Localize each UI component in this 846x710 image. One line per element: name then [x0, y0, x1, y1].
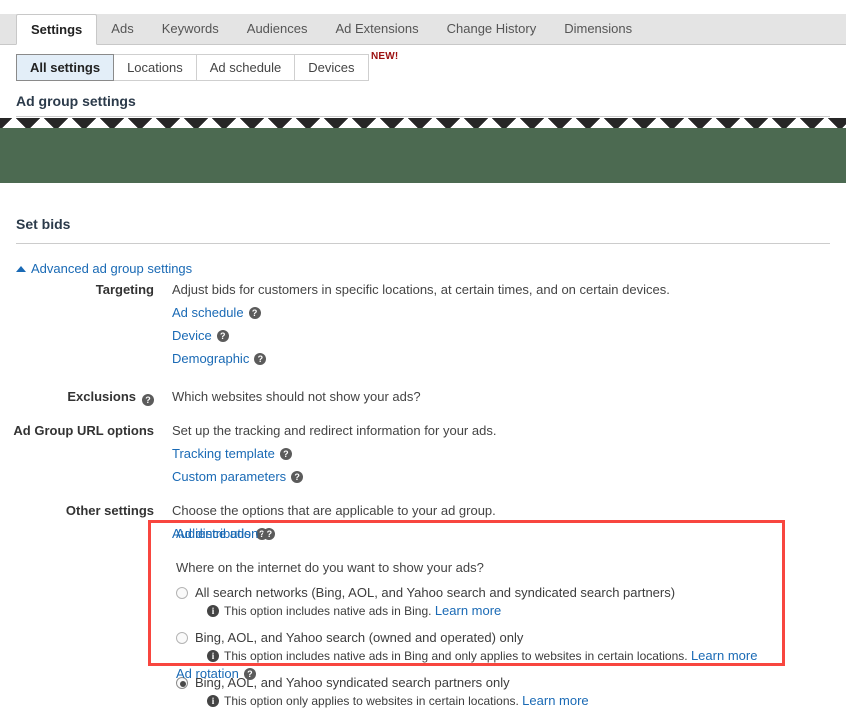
option-note-text-1: This option includes native ads in Bing. [224, 604, 432, 618]
tab-keywords[interactable]: Keywords [148, 14, 233, 44]
targeting-link-ad-schedule-row: Ad schedule? [172, 302, 846, 323]
link-learn-more-2[interactable]: Learn more [691, 647, 757, 664]
info-icon-option-2: i [207, 650, 219, 662]
ad-distribution-link-row: Ad distribution? [176, 523, 776, 544]
help-icon-demographic[interactable]: ? [254, 353, 267, 365]
tab-audiences[interactable]: Audiences [233, 14, 322, 44]
help-icon-ad-schedule[interactable]: ? [248, 307, 261, 319]
link-custom-parameters[interactable]: Custom parameters [172, 466, 286, 487]
link-tracking-template[interactable]: Tracking template [172, 443, 275, 464]
link-ad-rotation[interactable]: Ad rotation [176, 666, 239, 681]
caret-up-icon [16, 265, 26, 272]
subtab-ad-schedule[interactable]: Ad schedule [196, 54, 296, 81]
subtab-all-settings[interactable]: All settings [16, 54, 115, 81]
url-options-label: Ad Group URL options [13, 423, 154, 438]
exclusions-label: Exclusions? [0, 387, 162, 407]
link-learn-more-1[interactable]: Learn more [435, 602, 501, 619]
other-settings-description: Choose the options that are applicable t… [172, 503, 496, 518]
ad-distribution-block: Ad distribution? Where on the internet d… [176, 521, 776, 710]
url-options-link-custom-params-row: Custom parameters? [172, 466, 846, 487]
link-ad-schedule[interactable]: Ad schedule [172, 302, 244, 323]
tab-ad-extensions[interactable]: Ad Extensions [322, 14, 433, 44]
link-device[interactable]: Device [172, 325, 212, 346]
row-targeting: Targeting Adjust bids for customers in s… [0, 280, 846, 369]
tab-change-history[interactable]: Change History [433, 14, 551, 44]
divider-set-bids [16, 243, 830, 244]
url-options-description: Set up the tracking and redirect informa… [172, 423, 497, 438]
row-exclusions: Exclusions? Which websites should not sh… [0, 387, 846, 407]
option-note-syndicated-partners: i This option only applies to websites in… [195, 692, 776, 710]
option-label-owned-operated: Bing, AOL, and Yahoo search (owned and o… [195, 630, 524, 645]
redacted-content-band [0, 118, 846, 198]
row-url-options: Ad Group URL options Set up the tracking… [0, 421, 846, 487]
new-badge: NEW! [371, 51, 399, 62]
help-icon-device[interactable]: ? [216, 330, 229, 342]
option-note-text-2: This option includes native ads in Bing … [224, 649, 688, 663]
targeting-link-device-row: Device? [172, 325, 846, 346]
ad-distribution-option-owned-operated[interactable]: Bing, AOL, and Yahoo search (owned and o… [176, 629, 776, 665]
redaction-zigzag-bottom [0, 178, 846, 198]
radio-all-search-networks[interactable] [176, 587, 188, 599]
tab-settings[interactable]: Settings [16, 14, 98, 45]
subtab-devices[interactable]: Devices [295, 54, 369, 81]
targeting-description: Adjust bids for customers in specific lo… [172, 282, 670, 297]
option-note-text-3: This option only applies to websites in … [224, 694, 519, 708]
subtab-locations[interactable]: Locations [114, 54, 197, 81]
other-settings-label: Other settings [65, 503, 154, 518]
ad-distribution-option-all-search-networks[interactable]: All search networks (Bing, AOL, and Yaho… [176, 584, 776, 620]
info-icon-option-1: i [207, 605, 219, 617]
secondary-tab-bar: All settings Locations Ad schedule Devic… [16, 54, 369, 81]
url-options-link-tracking-row: Tracking template? [172, 443, 846, 464]
ad-group-settings-form: Targeting Adjust bids for customers in s… [0, 280, 846, 558]
help-icon-ad-rotation[interactable]: ? [243, 668, 256, 680]
primary-tab-bar: Settings Ads Keywords Audiences Ad Exten… [0, 14, 846, 45]
exclusions-label-text: Exclusions [67, 389, 136, 404]
divider-ad-group-settings [16, 116, 830, 117]
ad-distribution-option-syndicated-partners[interactable]: Bing, AOL, and Yahoo syndicated search p… [176, 674, 776, 710]
tab-ads[interactable]: Ads [97, 14, 147, 44]
link-demographic[interactable]: Demographic [172, 348, 249, 369]
targeting-link-demographic-row: Demographic? [172, 348, 846, 369]
advanced-ad-group-settings-label: Advanced ad group settings [31, 261, 193, 276]
help-icon-custom-parameters[interactable]: ? [291, 471, 304, 483]
set-bids-title: Set bids [16, 216, 71, 232]
url-options-body: Set up the tracking and redirect informa… [162, 421, 846, 487]
ad-rotation-row: Ad rotation? [176, 666, 256, 681]
redaction-fill [0, 128, 846, 183]
option-note-all-search-networks: i This option includes native ads in Bing… [195, 602, 776, 620]
radio-owned-and-operated[interactable] [176, 632, 188, 644]
exclusions-description: Which websites should not show your ads? [172, 389, 421, 404]
exclusions-body: Which websites should not show your ads? [162, 387, 846, 407]
ad-distribution-question: Where on the internet do you want to sho… [176, 560, 484, 575]
help-icon-ad-distribution[interactable]: ? [263, 528, 276, 540]
option-note-owned-operated: i This option includes native ads in Bing… [195, 647, 776, 665]
ad-group-settings-title: Ad group settings [16, 93, 136, 109]
link-ad-distribution[interactable]: Ad distribution [176, 523, 258, 544]
targeting-body: Adjust bids for customers in specific lo… [162, 280, 846, 369]
help-icon-exclusions[interactable]: ? [142, 394, 154, 406]
info-icon-option-3: i [207, 695, 219, 707]
help-icon-tracking-template[interactable]: ? [279, 448, 292, 460]
link-learn-more-3[interactable]: Learn more [522, 692, 588, 709]
option-label-syndicated-partners: Bing, AOL, and Yahoo syndicated search p… [195, 675, 510, 690]
option-label-all-search-networks: All search networks (Bing, AOL, and Yaho… [195, 585, 676, 600]
targeting-label: Targeting [95, 282, 154, 297]
advanced-ad-group-settings-toggle[interactable]: Advanced ad group settings [16, 261, 192, 276]
tab-dimensions[interactable]: Dimensions [550, 14, 646, 44]
